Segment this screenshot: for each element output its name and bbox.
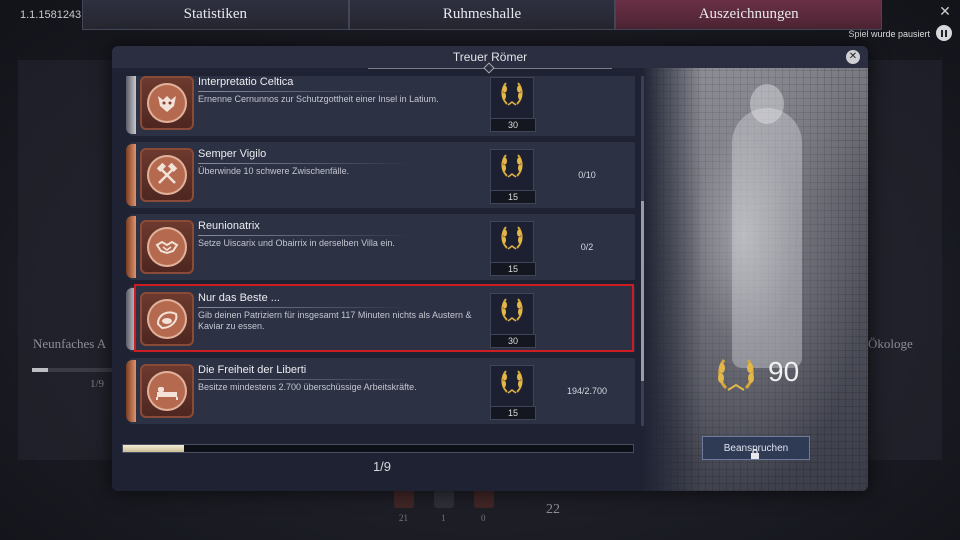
- achievement-title: Interpretatio Celtica: [198, 76, 294, 88]
- statue-image: [642, 68, 868, 491]
- achievement-progress: 0/10: [578, 170, 596, 180]
- achievement-dialog: Treuer Römer ✕ 90 Beanspruchen Interpret…: [112, 46, 868, 491]
- top-tabs: Statistiken Ruhmeshalle Auszeichnungen: [82, 0, 883, 30]
- pause-icon: [941, 29, 943, 37]
- achievement-badge: [140, 76, 194, 130]
- background-card-right-label: Ökologe: [868, 336, 913, 351]
- title-underline: [198, 235, 413, 236]
- achievement-row[interactable]: Nur das Beste ... Gib deinen Patriziern f…: [122, 284, 637, 352]
- laurel-wreath-icon: [718, 359, 754, 391]
- reward-points: 15: [490, 262, 536, 276]
- achievement-title: Semper Vigilo: [198, 148, 267, 160]
- background-center-count: 22: [546, 502, 560, 517]
- background-card-left-count: 1/9: [90, 378, 105, 390]
- crossed-hammers-icon: [147, 155, 187, 195]
- tier-strip: [126, 76, 136, 134]
- achievement-row[interactable]: Interpretatio Celtica Ernenne Cernunnos z…: [122, 76, 637, 136]
- handshake-icon: [147, 227, 187, 267]
- statue-fade: [642, 68, 702, 491]
- pause-button[interactable]: [936, 25, 952, 41]
- page-indicator: 1/9: [372, 459, 392, 474]
- scrollbar-thumb[interactable]: [641, 201, 644, 381]
- background-icon-count: 21: [399, 513, 408, 523]
- background-icon: [434, 488, 454, 508]
- achievement-badge: [140, 364, 194, 418]
- achievement-description: Überwinde 10 schwere Zwischenfälle.: [198, 166, 350, 176]
- achievement-title: Die Freiheit der Liberti: [198, 364, 307, 376]
- dialog-title: Treuer Römer: [452, 50, 528, 64]
- dialog-close-button[interactable]: ✕: [846, 50, 860, 64]
- background-icon-count: 1: [441, 513, 446, 523]
- background-icon-count: 0: [481, 513, 486, 523]
- achievement-description: Ernenne Cernunnos zur Schutzgottheit ein…: [198, 94, 439, 104]
- background-card-left-progress: [32, 368, 122, 372]
- achievement-list[interactable]: Interpretatio Celtica Ernenne Cernunnos z…: [122, 76, 637, 426]
- reward-box: [490, 77, 534, 121]
- achievement-progress: 0/2: [580, 242, 594, 252]
- reward-box: [490, 221, 534, 265]
- version-label: 1.1.1581243: [20, 9, 82, 21]
- achievement-row[interactable]: Die Freiheit der Liberti Besitze mindeste…: [122, 358, 637, 424]
- close-icon[interactable]: ✕: [938, 5, 952, 19]
- achievement-badge: [140, 220, 194, 274]
- reward-box: [490, 365, 534, 409]
- reward-box: [490, 149, 534, 193]
- title-underline: [198, 379, 413, 380]
- achievement-description: Besitze mindestens 2.700 überschüssige A…: [198, 382, 417, 392]
- reward-points: 15: [490, 190, 536, 204]
- reward-points: 15: [490, 406, 536, 420]
- tier-strip: [126, 144, 136, 206]
- bed-icon: [147, 371, 187, 411]
- achievement-progress: 194/2.700: [566, 386, 608, 396]
- tier-strip: [126, 360, 136, 422]
- achievement-title: Reunionatrix: [198, 220, 260, 232]
- reward-points: 30: [490, 118, 536, 132]
- tab-ruhmeshalle[interactable]: Ruhmeshalle: [348, 0, 616, 30]
- background-icon: [394, 488, 414, 508]
- pause-status-label: Spiel wurde pausiert: [848, 29, 930, 39]
- achievement-row[interactable]: Semper Vigilo Überwinde 10 schwere Zwisch…: [122, 142, 637, 208]
- mask-icon: [147, 83, 187, 123]
- background-card-left-label: Neunfaches A: [33, 336, 107, 351]
- achievement-badge: [140, 148, 194, 202]
- achievement-description: Setze Uiscarix und Obairrix in derselben…: [198, 238, 395, 248]
- background-icon: [474, 488, 494, 508]
- title-underline: [198, 91, 413, 92]
- page-progress-bar: [122, 444, 634, 453]
- achievement-row[interactable]: Reunionatrix Setze Uiscarix und Obairrix …: [122, 214, 637, 280]
- lock-icon: [751, 449, 759, 459]
- title-underline: [198, 163, 413, 164]
- tier-strip: [126, 216, 136, 278]
- total-points: 90: [768, 356, 800, 387]
- selection-highlight: [134, 284, 634, 352]
- tab-auszeichnungen[interactable]: Auszeichnungen: [615, 0, 883, 30]
- statue-body: [732, 108, 802, 368]
- tab-statistiken[interactable]: Statistiken: [82, 0, 349, 30]
